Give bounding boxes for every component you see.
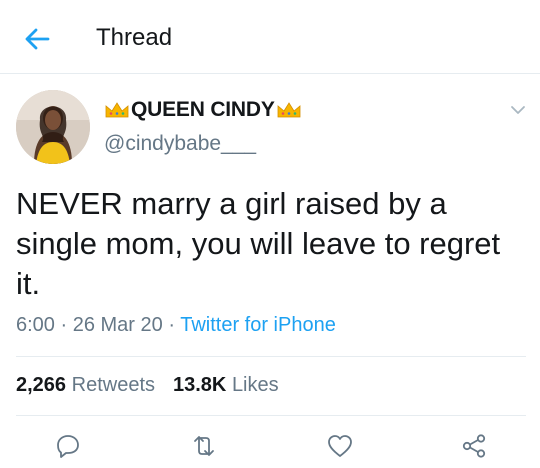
- crown-icon: [277, 102, 301, 118]
- like-icon[interactable]: [326, 432, 354, 460]
- retweets-count: 2,266: [16, 374, 67, 396]
- page-title: Thread: [96, 24, 173, 51]
- likes-label: Likes: [231, 374, 279, 396]
- retweet-icon[interactable]: [190, 432, 218, 460]
- author-display-name: QUEEN CINDY: [131, 98, 275, 121]
- author-name-row[interactable]: QUEEN CINDY: [104, 97, 302, 123]
- divider: [16, 415, 526, 416]
- meta-separator: ·: [168, 314, 181, 336]
- retweets-label: Retweets: [71, 374, 155, 396]
- author-handle[interactable]: @cindybabe___: [104, 132, 256, 156]
- avatar-image: [16, 90, 90, 164]
- likes-stat[interactable]: 13.8K Likes: [173, 374, 279, 396]
- arrow-left-icon[interactable]: [22, 24, 52, 54]
- avatar[interactable]: [16, 90, 90, 164]
- tweet-text: NEVER marry a girl raised by a single mo…: [16, 186, 501, 301]
- likes-count: 13.8K: [173, 374, 227, 396]
- retweets-stat[interactable]: 2,266 Retweets: [16, 374, 155, 396]
- share-icon[interactable]: [460, 432, 488, 460]
- divider: [16, 356, 526, 357]
- tweet-time: 6:00: [16, 314, 55, 336]
- meta-separator: ·: [60, 314, 73, 336]
- top-bar: Thread: [0, 0, 540, 74]
- tweet-source-link[interactable]: Twitter for iPhone: [180, 314, 336, 336]
- tweet-stats: 2,266 Retweets 13.8K Likes: [16, 374, 279, 397]
- crown-icon: [105, 102, 129, 118]
- chevron-down-icon[interactable]: [508, 100, 528, 120]
- reply-icon[interactable]: [54, 432, 82, 460]
- tweet-date: 26 Mar 20: [72, 314, 163, 336]
- tweet-meta: 6:00 · 26 Mar 20 · Twitter for iPhone: [16, 314, 336, 337]
